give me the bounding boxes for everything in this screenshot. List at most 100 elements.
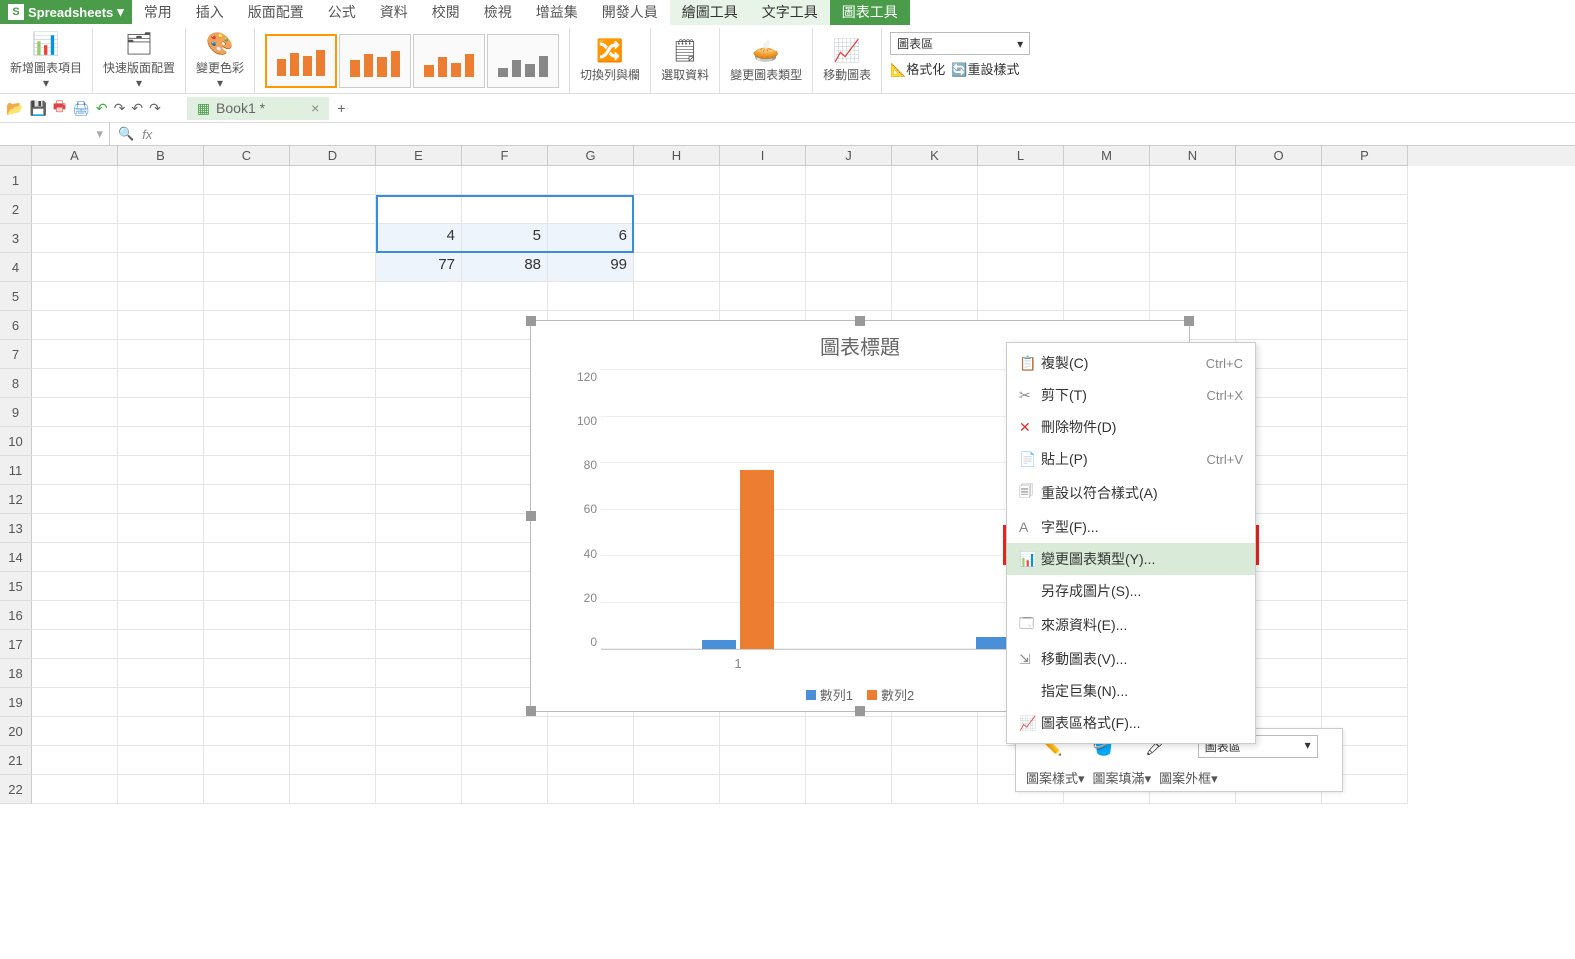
- cell[interactable]: [32, 427, 118, 456]
- cell[interactable]: [118, 543, 204, 572]
- cell[interactable]: [548, 717, 634, 746]
- column-header[interactable]: P: [1322, 146, 1408, 166]
- row-header[interactable]: 14: [0, 543, 32, 572]
- cell[interactable]: [1322, 253, 1408, 282]
- column-header[interactable]: G: [548, 146, 634, 166]
- cell[interactable]: [290, 456, 376, 485]
- row-header[interactable]: 1: [0, 166, 32, 195]
- cell[interactable]: [204, 195, 290, 224]
- cell[interactable]: [290, 427, 376, 456]
- context-menu-item[interactable]: ✂剪下(T)Ctrl+X: [1007, 379, 1255, 411]
- context-menu-item[interactable]: 📄貼上(P)Ctrl+V: [1007, 443, 1255, 475]
- cell[interactable]: [806, 282, 892, 311]
- search-icon[interactable]: 🔍: [118, 126, 134, 142]
- shape-style-label[interactable]: 圖案樣式▾: [1026, 768, 1085, 787]
- cell[interactable]: [634, 775, 720, 804]
- resize-handle[interactable]: [526, 706, 536, 716]
- print-icon[interactable]: 🖶: [53, 96, 66, 120]
- cell[interactable]: [1236, 195, 1322, 224]
- row-header[interactable]: 2: [0, 195, 32, 224]
- row-header[interactable]: 9: [0, 398, 32, 427]
- cell[interactable]: [462, 166, 548, 195]
- cell[interactable]: [32, 369, 118, 398]
- cell[interactable]: [204, 746, 290, 775]
- cell[interactable]: [204, 427, 290, 456]
- menu-item[interactable]: 版面配置: [236, 0, 316, 25]
- cell[interactable]: [118, 746, 204, 775]
- cell[interactable]: [204, 456, 290, 485]
- context-menu-item[interactable]: 📈圖表區格式(F)...: [1007, 707, 1255, 739]
- cell[interactable]: [204, 166, 290, 195]
- cell[interactable]: [118, 369, 204, 398]
- menu-item[interactable]: 常用: [132, 0, 184, 25]
- row-header[interactable]: 8: [0, 369, 32, 398]
- cell[interactable]: [720, 282, 806, 311]
- cell[interactable]: [462, 282, 548, 311]
- cell[interactable]: [32, 398, 118, 427]
- cell[interactable]: [118, 224, 204, 253]
- new-tab-button[interactable]: +: [337, 100, 345, 116]
- cell[interactable]: 5: [462, 224, 548, 253]
- cell[interactable]: [204, 282, 290, 311]
- cell[interactable]: [376, 746, 462, 775]
- row-header[interactable]: 20: [0, 717, 32, 746]
- cell[interactable]: [720, 717, 806, 746]
- cell[interactable]: [118, 311, 204, 340]
- row-header[interactable]: 17: [0, 630, 32, 659]
- cell[interactable]: 6: [548, 224, 634, 253]
- cell[interactable]: [978, 166, 1064, 195]
- cell[interactable]: [32, 311, 118, 340]
- cell[interactable]: [1236, 282, 1322, 311]
- print-preview-icon[interactable]: 🖨: [72, 100, 90, 117]
- context-menu-item[interactable]: 📋複製(C)Ctrl+C: [1007, 347, 1255, 379]
- change-chart-type-button[interactable]: 🥧 變更圖表類型: [730, 38, 802, 83]
- quick-layout-button[interactable]: 🗂 快速版面配置▾: [103, 31, 175, 90]
- name-box[interactable]: ▾: [0, 123, 110, 145]
- menu-item[interactable]: 校閱: [420, 0, 472, 25]
- cell[interactable]: [204, 659, 290, 688]
- cell[interactable]: [32, 659, 118, 688]
- context-menu-item[interactable]: 另存成圖片(S)...: [1007, 575, 1255, 607]
- chart-style-2[interactable]: [339, 34, 411, 88]
- cell[interactable]: [118, 456, 204, 485]
- cell[interactable]: [892, 775, 978, 804]
- cell[interactable]: [118, 253, 204, 282]
- cell[interactable]: [118, 601, 204, 630]
- cell[interactable]: 88: [462, 253, 548, 282]
- cell[interactable]: [32, 195, 118, 224]
- cell[interactable]: [806, 253, 892, 282]
- cell[interactable]: [290, 311, 376, 340]
- select-data-button[interactable]: 🗒 選取資料: [661, 38, 709, 83]
- cell[interactable]: [1322, 340, 1408, 369]
- cell[interactable]: [1236, 166, 1322, 195]
- cell[interactable]: [32, 514, 118, 543]
- chart-style-4[interactable]: [487, 34, 559, 88]
- close-tab-icon[interactable]: ×: [311, 100, 319, 116]
- cell[interactable]: [1322, 282, 1408, 311]
- format-button[interactable]: 📐格式化: [890, 59, 945, 78]
- cell[interactable]: [376, 659, 462, 688]
- context-tab[interactable]: 圖表工具: [830, 0, 910, 25]
- cell[interactable]: [204, 688, 290, 717]
- cell[interactable]: [118, 630, 204, 659]
- cell[interactable]: [118, 427, 204, 456]
- cell[interactable]: [376, 601, 462, 630]
- column-header[interactable]: J: [806, 146, 892, 166]
- cell[interactable]: [1150, 224, 1236, 253]
- cell[interactable]: [32, 253, 118, 282]
- cell[interactable]: [1322, 195, 1408, 224]
- menu-item[interactable]: 插入: [184, 0, 236, 25]
- cell[interactable]: [634, 253, 720, 282]
- context-tab[interactable]: 文字工具: [750, 0, 830, 25]
- context-menu-item[interactable]: ✕刪除物件(D): [1007, 411, 1255, 443]
- cell[interactable]: [1064, 166, 1150, 195]
- cell[interactable]: [1064, 195, 1150, 224]
- column-header[interactable]: C: [204, 146, 290, 166]
- cell[interactable]: [634, 746, 720, 775]
- cell[interactable]: [376, 485, 462, 514]
- cell[interactable]: [548, 746, 634, 775]
- cell[interactable]: [204, 340, 290, 369]
- cell[interactable]: [290, 659, 376, 688]
- row-header[interactable]: 6: [0, 311, 32, 340]
- cell[interactable]: [1322, 456, 1408, 485]
